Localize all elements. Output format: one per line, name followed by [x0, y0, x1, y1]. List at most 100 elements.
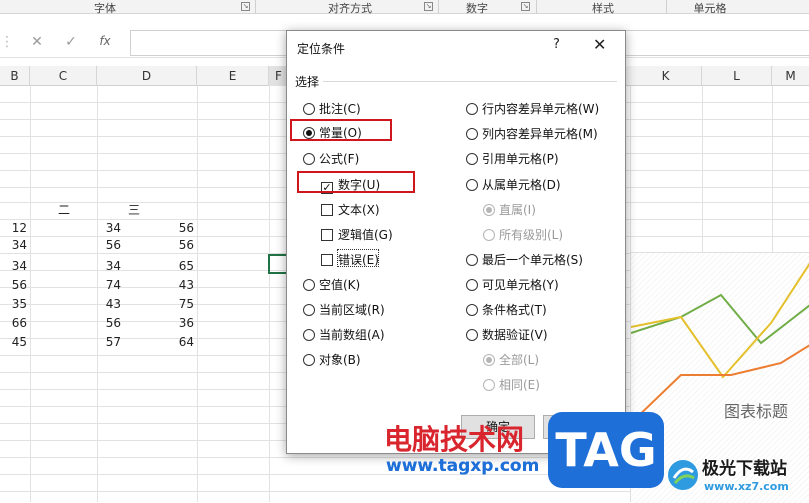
option-label: 相同(E): [499, 378, 540, 392]
dialog-launcher-icon[interactable]: ↘: [241, 2, 250, 11]
radio-icon[interactable]: [466, 254, 478, 266]
radio-icon[interactable]: [303, 153, 315, 165]
goto-special-dialog: 定位条件 ? ✕ 选择 批注(C) 常量(O) 公式(F) ✓ 数字(U) 文本(…: [286, 30, 626, 454]
header-cell[interactable]: 二: [58, 202, 70, 219]
radio-icon[interactable]: [303, 103, 315, 115]
checkbox-icon[interactable]: [321, 229, 333, 241]
table-cell[interactable]: 66: [0, 315, 30, 332]
ribbon-separator: [666, 0, 667, 14]
option-direct-only[interactable]: 直属(I): [483, 201, 536, 217]
column-header-l[interactable]: L: [702, 66, 772, 86]
table-cell[interactable]: 65: [97, 258, 197, 275]
radio-icon[interactable]: [466, 153, 478, 165]
table-cell[interactable]: 64: [97, 334, 197, 351]
tag-logo: TAG: [548, 412, 664, 488]
drag-handle-icon: ⋮: [0, 34, 14, 50]
radio-icon[interactable]: [303, 354, 315, 366]
option-label: 所有级别(L): [499, 228, 564, 242]
column-header-e[interactable]: E: [197, 66, 269, 86]
dialog-titlebar[interactable]: 定位条件 ? ✕: [287, 31, 625, 63]
highlight-box: [297, 171, 415, 193]
column-header-b[interactable]: B: [0, 66, 30, 86]
column-header-k[interactable]: K: [630, 66, 702, 86]
radio-icon[interactable]: [466, 179, 478, 191]
ribbon-group-font: 字体: [94, 2, 116, 15]
option-last-cell[interactable]: 最后一个单元格(S): [466, 251, 583, 267]
group-divider: [323, 81, 617, 82]
option-data-validation[interactable]: 数据验证(V): [466, 326, 548, 342]
dialog-title: 定位条件: [297, 42, 346, 56]
option-validation-all[interactable]: 全部(L): [483, 351, 539, 367]
table-cell[interactable]: 45: [0, 334, 30, 351]
option-row-differences[interactable]: 行内容差异单元格(W): [466, 100, 599, 116]
option-validation-same[interactable]: 相同(E): [483, 376, 540, 392]
table-cell[interactable]: 12: [0, 220, 30, 237]
option-comments[interactable]: 批注(C): [303, 100, 361, 116]
table-cell[interactable]: 35: [0, 296, 30, 313]
option-label: 最后一个单元格(S): [482, 253, 583, 267]
table-cell[interactable]: 56: [0, 277, 30, 294]
radio-icon[interactable]: [466, 103, 478, 115]
close-icon[interactable]: ✕: [593, 35, 606, 54]
option-column-differences[interactable]: 列内容差异单元格(M): [466, 125, 598, 141]
table-cell[interactable]: 34: [0, 237, 30, 254]
radio-icon[interactable]: [466, 279, 478, 291]
table-cell[interactable]: 56: [97, 237, 197, 254]
option-text[interactable]: 文本(X): [321, 201, 380, 217]
option-label: 全部(L): [499, 353, 540, 367]
option-label: 当前区域(R): [319, 303, 385, 317]
radio-icon[interactable]: [466, 329, 478, 341]
option-label: 从属单元格(D): [482, 178, 561, 192]
ribbon-bar: 字体 ↘ 对齐方式 ↘ 数字 ↘ 样式 单元格: [0, 0, 809, 15]
option-conditional-formats[interactable]: 条件格式(T): [466, 301, 547, 317]
radio-icon[interactable]: [466, 128, 478, 140]
option-formulas[interactable]: 公式(F): [303, 150, 359, 166]
ribbon-group-alignment: 对齐方式: [328, 2, 372, 15]
option-current-array[interactable]: 当前数组(A): [303, 326, 385, 342]
table-cell[interactable]: 36: [97, 315, 197, 332]
table-cell[interactable]: 56: [97, 220, 197, 237]
radio-icon[interactable]: [303, 329, 315, 341]
radio-icon[interactable]: [483, 229, 495, 241]
close-icon[interactable]: ✕: [28, 34, 46, 52]
option-logicals[interactable]: 逻辑值(G): [321, 226, 393, 242]
option-label: 引用单元格(P): [482, 152, 559, 166]
table-cell[interactable]: 75: [97, 296, 197, 313]
ribbon-group-cells: 单元格: [693, 2, 727, 15]
option-dependents[interactable]: 从属单元格(D): [466, 176, 561, 192]
table-cell[interactable]: 43: [97, 277, 197, 294]
option-current-region[interactable]: 当前区域(R): [303, 301, 385, 317]
insert-function-icon[interactable]: fx: [96, 34, 114, 52]
ribbon-separator: [438, 0, 439, 14]
column-header-d[interactable]: D: [97, 66, 197, 86]
chart-title[interactable]: 图表标题: [724, 398, 788, 422]
site-logo: 极光下载站 www.xz7.com: [664, 452, 809, 502]
option-objects[interactable]: 对象(B): [303, 351, 361, 367]
radio-icon[interactable]: [303, 279, 315, 291]
dialog-launcher-icon[interactable]: ↘: [424, 2, 433, 11]
option-label: 数据验证(V): [482, 328, 548, 342]
table-cell[interactable]: 34: [0, 258, 30, 275]
radio-icon[interactable]: [483, 204, 495, 216]
option-label: 行内容差异单元格(W): [482, 102, 600, 116]
column-header-m[interactable]: M: [772, 66, 809, 86]
radio-icon[interactable]: [466, 304, 478, 316]
option-blanks[interactable]: 空值(K): [303, 276, 360, 292]
dialog-launcher-icon[interactable]: ↘: [521, 2, 530, 11]
focus-indicator: [337, 249, 379, 267]
radio-icon[interactable]: [483, 354, 495, 366]
column-header-c[interactable]: C: [30, 66, 97, 86]
header-cell[interactable]: 三: [128, 202, 140, 219]
option-visible-cells[interactable]: 可见单元格(Y): [466, 276, 559, 292]
radio-icon[interactable]: [483, 379, 495, 391]
checkbox-icon[interactable]: [321, 254, 333, 266]
option-all-levels[interactable]: 所有级别(L): [483, 226, 563, 242]
tag-logo-text: TAG: [555, 423, 657, 477]
option-label: 文本(X): [338, 203, 380, 217]
help-icon[interactable]: ?: [553, 37, 560, 52]
checkbox-icon[interactable]: [321, 204, 333, 216]
option-precedents[interactable]: 引用单元格(P): [466, 150, 559, 166]
radio-icon[interactable]: [303, 304, 315, 316]
check-icon[interactable]: ✓: [62, 34, 80, 52]
active-cell-cursor[interactable]: [268, 254, 288, 274]
